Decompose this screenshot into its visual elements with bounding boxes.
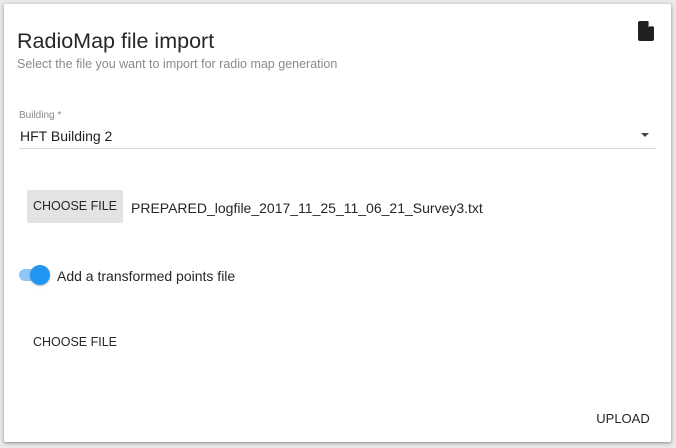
file-icon xyxy=(638,21,654,41)
toggle-thumb xyxy=(30,265,50,285)
transformed-points-toggle-label: Add a transformed points file xyxy=(57,268,236,284)
building-select-value: HFT Building 2 xyxy=(20,128,113,144)
import-dialog: RadioMap file import Select the file you… xyxy=(4,4,671,442)
building-select-label: Building * xyxy=(19,110,62,121)
selected-file-name: PREPARED_logfile_2017_11_25_11_06_21_Sur… xyxy=(131,200,483,216)
dropdown-arrow-icon xyxy=(641,133,649,137)
choose-log-file-button[interactable]: CHOOSE FILE xyxy=(27,190,123,223)
transformed-points-toggle[interactable] xyxy=(18,265,50,285)
dialog-title: RadioMap file import xyxy=(17,29,215,53)
upload-button[interactable]: UPLOAD xyxy=(590,402,656,436)
building-select[interactable]: HFT Building 2 xyxy=(19,124,656,149)
dialog-subtitle: Select the file you want to import for r… xyxy=(17,57,338,71)
choose-transformed-file-button[interactable]: CHOOSE FILE xyxy=(27,326,123,359)
